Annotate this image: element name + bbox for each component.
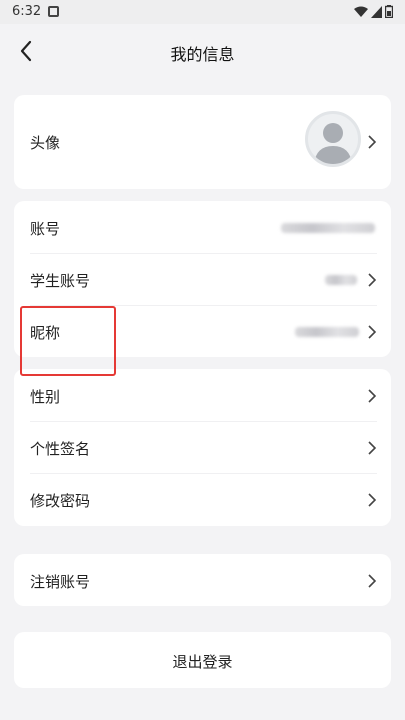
signal-icon [371, 5, 382, 18]
avatar[interactable] [305, 111, 361, 167]
chevron-right-icon [368, 441, 377, 455]
avatar-card: 头像 [14, 95, 391, 189]
wifi-icon [354, 6, 368, 17]
page-title: 我的信息 [170, 45, 235, 64]
account-label: 账号 [30, 220, 61, 238]
highlight-box [20, 306, 116, 376]
logout-label: 退出登录 [172, 653, 233, 671]
status-icons [354, 5, 393, 18]
account-value-redacted [281, 223, 375, 233]
chevron-right-icon [368, 135, 377, 149]
cancel-account-card: 注销账号 [14, 554, 391, 606]
cancel-account-label: 注销账号 [30, 573, 91, 591]
chevron-right-icon [368, 493, 377, 507]
cancel-account-row[interactable]: 注销账号 [14, 554, 391, 606]
account-row: 账号 [14, 201, 391, 253]
gender-label: 性别 [30, 388, 61, 406]
chevron-right-icon [368, 574, 377, 588]
student-account-value-redacted [325, 275, 357, 285]
change-password-label: 修改密码 [30, 492, 91, 510]
chevron-right-icon [368, 273, 377, 287]
chevron-right-icon [368, 325, 377, 339]
change-password-row[interactable]: 修改密码 [14, 473, 391, 525]
signature-label: 个性签名 [30, 440, 91, 458]
user-silhouette-icon [314, 123, 352, 164]
gender-row[interactable]: 性别 [14, 369, 391, 421]
avatar-label: 头像 [30, 134, 61, 152]
nav-bar: 我的信息 [0, 24, 405, 80]
chevron-right-icon [368, 389, 377, 403]
logout-button[interactable]: 退出登录 [14, 632, 391, 688]
status-time: 6:32 [12, 4, 42, 19]
student-account-row[interactable]: 学生账号 [14, 253, 391, 305]
student-account-label: 学生账号 [30, 272, 91, 290]
avatar-row[interactable]: 头像 [14, 95, 391, 189]
nickname-value-redacted [295, 327, 359, 337]
status-bar: 6:32 [0, 0, 405, 24]
signature-row[interactable]: 个性签名 [14, 421, 391, 473]
notification-icon [48, 6, 59, 17]
battery-icon [385, 5, 393, 18]
details-card: 性别 个性签名 修改密码 [14, 369, 391, 526]
